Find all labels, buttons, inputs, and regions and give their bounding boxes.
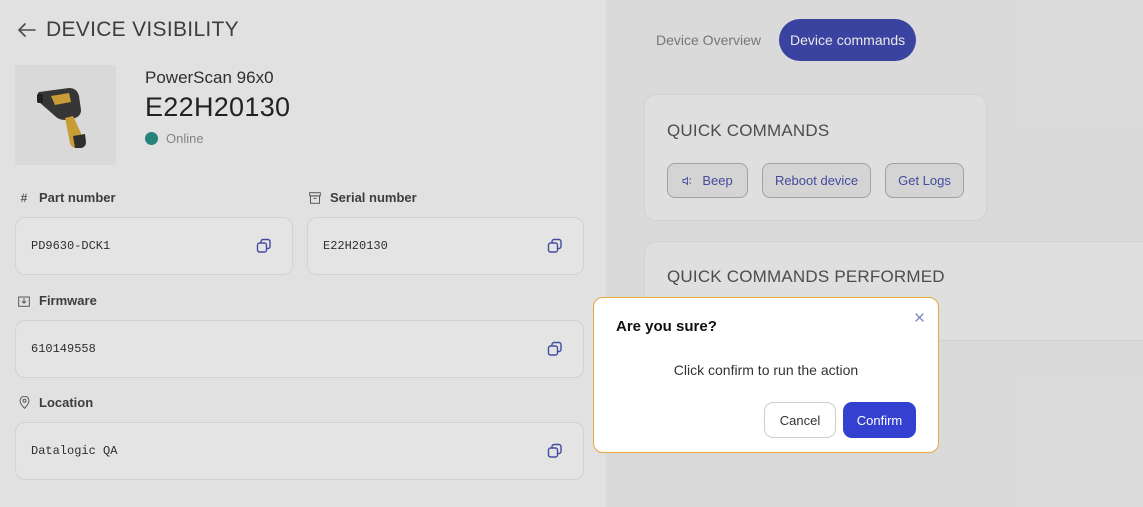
close-icon[interactable] bbox=[912, 310, 926, 324]
confirm-dialog: Are you sure? Click confirm to run the a… bbox=[593, 297, 939, 453]
dialog-message: Click confirm to run the action bbox=[673, 362, 859, 378]
dialog-title: Are you sure? bbox=[616, 318, 717, 335]
cancel-button[interactable]: Cancel bbox=[764, 402, 836, 438]
confirm-button[interactable]: Confirm bbox=[843, 402, 916, 438]
modal-backdrop[interactable] bbox=[0, 0, 1143, 507]
